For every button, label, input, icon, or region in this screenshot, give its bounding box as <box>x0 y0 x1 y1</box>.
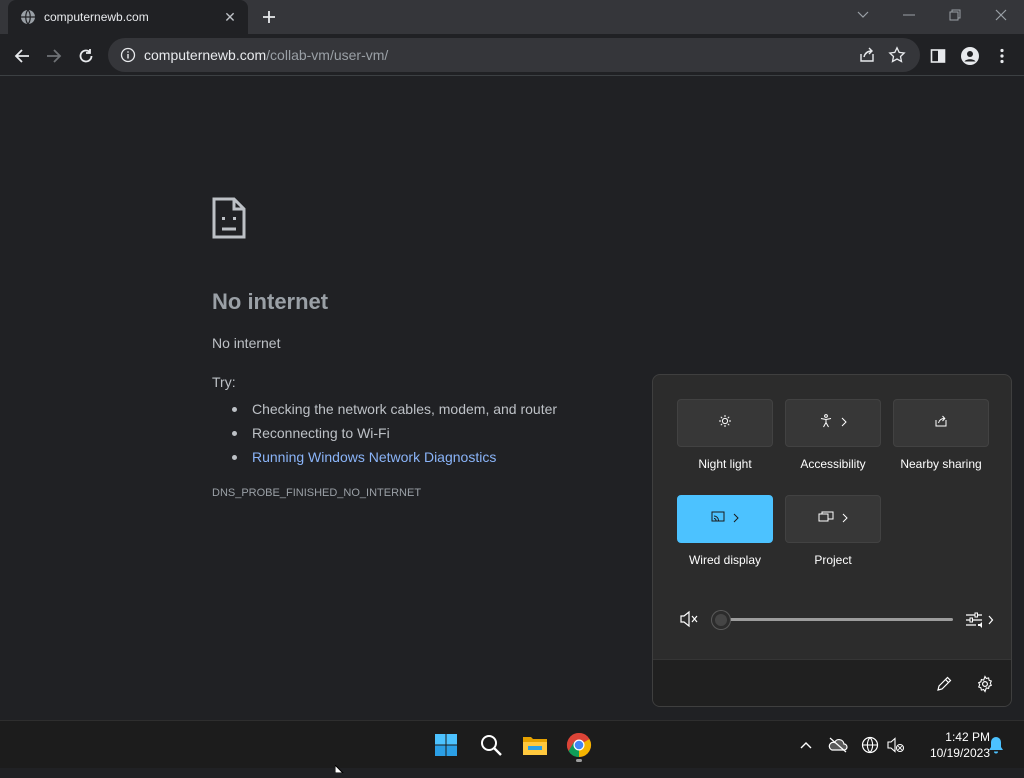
volume-slider-track[interactable] <box>721 618 953 621</box>
network-diagnostics-link[interactable]: Running Windows Network Diagnostics <box>232 445 557 469</box>
try-label: Try: <box>212 374 236 390</box>
accessibility-toggle[interactable] <box>785 399 881 447</box>
file-explorer-folder-icon[interactable] <box>519 729 551 761</box>
profile-avatar-icon[interactable] <box>956 42 984 70</box>
night-light-label: Night light <box>698 457 752 471</box>
back-arrow-icon[interactable] <box>8 42 36 70</box>
share-icon <box>934 414 948 433</box>
share-icon[interactable] <box>858 46 876 64</box>
quick-settings-footer <box>653 659 1011 706</box>
suggestion-list: Checking the network cables, modem, and … <box>232 397 557 469</box>
search-icon[interactable] <box>475 729 507 761</box>
site-info-icon[interactable] <box>120 47 136 63</box>
running-indicator <box>576 759 582 762</box>
nearby-sharing-toggle[interactable] <box>893 399 989 447</box>
chevron-up-icon[interactable] <box>790 729 822 761</box>
chevron-right-icon <box>733 510 739 528</box>
address-bar[interactable]: computernewb.com/collab-vm/user-vm/ <box>108 38 920 72</box>
browser-tab[interactable]: computernewb.com ✕ <box>8 0 248 34</box>
reload-icon[interactable] <box>72 42 100 70</box>
globe-icon <box>20 9 36 25</box>
start-windows-icon[interactable] <box>430 729 462 761</box>
taskbar: 1:42 PM 10/19/2023 <box>0 720 1024 768</box>
bookmark-star-icon[interactable] <box>888 46 906 64</box>
volume-muted-tray-icon[interactable] <box>880 729 912 761</box>
nearby-sharing-label: Nearby sharing <box>900 457 982 471</box>
minimize-icon[interactable] <box>886 0 932 30</box>
restore-icon[interactable] <box>932 0 978 30</box>
settings-gear-icon[interactable] <box>976 675 994 698</box>
url-text: computernewb.com/collab-vm/user-vm/ <box>144 47 388 63</box>
clock-date: 10/19/2023 <box>929 746 990 760</box>
wired-display-label: Wired display <box>688 553 762 567</box>
chevron-right-icon <box>842 510 848 528</box>
volume-muted-icon[interactable] <box>679 610 699 633</box>
new-tab-icon[interactable] <box>257 5 281 29</box>
tab-close-icon[interactable]: ✕ <box>218 5 242 29</box>
audio-output-mixer-icon[interactable] <box>965 611 995 634</box>
cast-icon <box>711 510 725 528</box>
project-toggle[interactable] <box>785 495 881 543</box>
error-code: DNS_PROBE_FINISHED_NO_INTERNET <box>212 487 422 499</box>
chevron-right-icon <box>841 414 847 432</box>
project-icon <box>818 510 834 528</box>
wired-display-toggle[interactable] <box>677 495 773 543</box>
clock[interactable]: 1:42 PM 10/19/2023 <box>914 729 990 761</box>
list-item: Checking the network cables, modem, and … <box>232 397 557 421</box>
chrome-browser-icon[interactable] <box>563 729 595 762</box>
brightness-icon <box>718 414 732 433</box>
onedrive-offline-icon[interactable] <box>822 729 854 761</box>
edit-pencil-icon[interactable] <box>935 675 953 698</box>
browser-toolbar: computernewb.com/collab-vm/user-vm/ <box>0 34 1024 76</box>
clock-time: 1:42 PM <box>945 730 990 744</box>
tab-search-chevron-down-icon[interactable] <box>840 0 886 30</box>
menu-kebab-icon[interactable] <box>988 42 1016 70</box>
project-label: Project <box>814 553 852 567</box>
night-light-toggle[interactable] <box>677 399 773 447</box>
volume-slider-thumb[interactable] <box>712 611 730 629</box>
accessibility-icon <box>819 413 833 433</box>
quick-settings-panel: Night light Accessibility Nearby sharing… <box>652 374 1012 707</box>
url-path: /collab-vm/user-vm/ <box>266 47 389 63</box>
tab-title: computernewb.com <box>44 10 149 24</box>
forward-arrow-icon[interactable] <box>40 42 68 70</box>
accessibility-label: Accessibility <box>800 457 866 471</box>
error-subheading: No internet <box>212 335 281 351</box>
volume-row <box>653 603 1011 635</box>
error-heading: No internet <box>212 289 329 314</box>
url-host: computernewb.com <box>144 47 267 63</box>
list-item: Reconnecting to Wi-Fi <box>232 421 557 445</box>
tab-strip: computernewb.com ✕ <box>0 0 1024 34</box>
sad-document-icon <box>212 197 246 244</box>
side-panel-icon[interactable] <box>924 42 952 70</box>
mouse-cursor-icon <box>334 760 345 778</box>
notification-bell-icon[interactable] <box>982 729 1010 761</box>
window-close-icon[interactable] <box>978 0 1024 30</box>
